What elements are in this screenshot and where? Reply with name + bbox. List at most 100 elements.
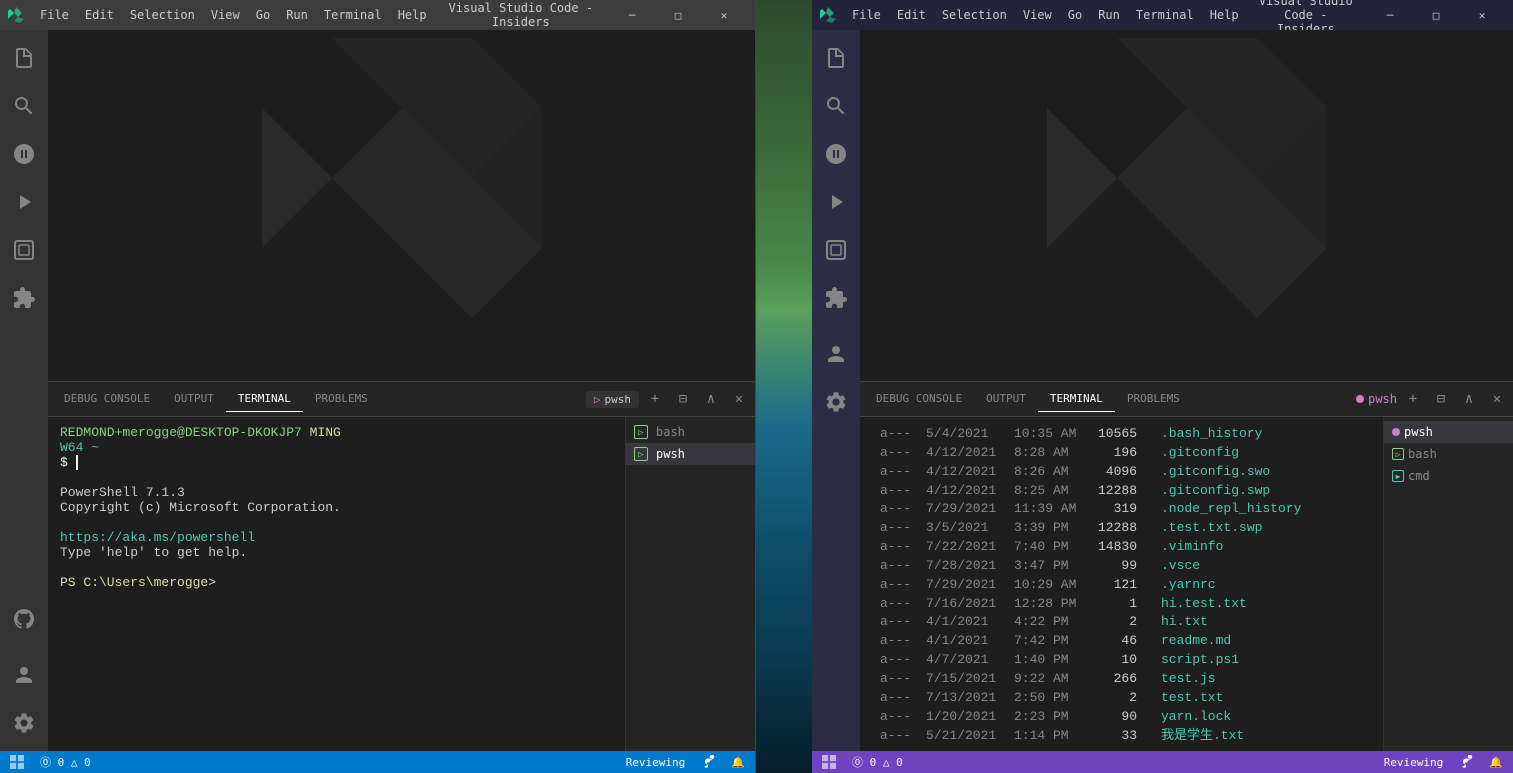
right-tab-output[interactable]: OUTPUT [974,386,1038,412]
left-tab-debug-console[interactable]: DEBUG CONSOLE [52,386,162,412]
menu-go[interactable]: Go [250,6,276,24]
right-shells-list: pwsh ▷ bash ▶ cmd [1383,417,1513,751]
file-time: 2:50 PM [1014,689,1079,708]
right-menu-selection[interactable]: Selection [936,6,1013,24]
right-close-button[interactable]: ✕ [1459,0,1505,30]
left-activity-run-icon[interactable] [0,178,48,226]
left-tab-problems[interactable]: PROBLEMS [303,386,380,412]
left-activity-search-icon[interactable] [0,82,48,130]
right-menu-terminal[interactable]: Terminal [1130,6,1200,24]
right-activity-search-icon[interactable] [812,82,860,130]
file-time: 8:25 AM [1014,482,1079,501]
right-activity-remote-icon[interactable] [812,226,860,274]
file-attr: a--- [880,689,918,708]
right-new-terminal-button[interactable]: + [1401,387,1425,411]
left-status-branch-icon[interactable] [697,755,719,769]
right-menu-go[interactable]: Go [1062,6,1088,24]
right-activity-run-icon[interactable] [812,178,860,226]
left-shells-list: ▷ bash ▷ pwsh [625,417,755,751]
left-terminal-content[interactable]: REDMOND+merogge@DESKTOP-DKOKJP7 MING W64… [48,417,625,751]
right-shell-pwsh[interactable]: pwsh [1384,421,1513,443]
left-shell-pwsh-icon: ▷ [634,447,648,461]
file-name: .test.txt.swp [1161,519,1262,538]
right-activity-files-icon[interactable] [812,34,860,82]
right-panel-maximize-button[interactable]: ∧ [1457,387,1481,411]
right-shell-cmd[interactable]: ▶ cmd [1384,465,1513,487]
left-activity-settings-icon[interactable] [0,699,48,747]
menu-edit[interactable]: Edit [79,6,120,24]
left-minimize-button[interactable]: ─ [609,0,655,30]
file-listing-row: a---7/13/20212:50 PM2 test.txt [880,689,1363,708]
file-time: 4:22 PM [1014,613,1079,632]
right-tab-problems[interactable]: PROBLEMS [1115,386,1192,412]
left-maximize-button[interactable]: □ [655,0,701,30]
file-size: 10565 [1087,425,1137,444]
right-menu-help[interactable]: Help [1204,6,1245,24]
right-pwsh-indicator: pwsh [1356,392,1397,406]
file-listing-row: a---4/7/20211:40 PM10 script.ps1 [880,651,1363,670]
left-terminal-info-line-2: Copyright (c) Microsoft Corporation. [60,500,613,515]
menu-view[interactable]: View [205,6,246,24]
file-name: test.txt [1161,689,1223,708]
left-terminal-w64-line: W64 ~ [60,440,613,455]
file-size: 319 [1087,500,1137,519]
left-close-button[interactable]: ✕ [701,0,747,30]
left-activity-git-icon[interactable] [0,130,48,178]
right-shell-bash[interactable]: ▷ bash [1384,443,1513,465]
left-shell-bash[interactable]: ▷ bash [626,421,755,443]
file-listing-row: a---3/5/20213:39 PM12288 .test.txt.swp [880,519,1363,538]
right-status-errors[interactable]: ⓪ 0 △ 0 [848,754,907,770]
left-window-title: Visual Studio Code - Insiders [443,1,599,29]
left-status-remote[interactable] [6,755,28,769]
menu-terminal[interactable]: Terminal [318,6,388,24]
menu-run[interactable]: Run [280,6,314,24]
right-status-remote[interactable] [818,755,840,769]
right-menu-run[interactable]: Run [1092,6,1126,24]
right-menu-file[interactable]: File [846,6,887,24]
left-activity-github-icon[interactable] [0,595,48,643]
left-status-errors[interactable]: ⓪ 0 △ 0 [36,754,95,770]
right-activity-account-icon[interactable] [812,330,860,378]
left-activity-account-icon[interactable] [0,651,48,699]
menu-file[interactable]: File [34,6,75,24]
right-tab-terminal[interactable]: TERMINAL [1038,386,1115,412]
right-activity-extensions-icon[interactable] [812,274,860,322]
left-status-error-text: ⓪ 0 △ 0 [40,754,91,770]
file-size: 2 [1087,689,1137,708]
menu-selection[interactable]: Selection [124,6,201,24]
right-status-reviewing[interactable]: Reviewing [1380,756,1448,769]
left-activity-extensions-icon[interactable] [0,274,48,322]
left-tab-terminal[interactable]: TERMINAL [226,386,303,412]
left-activity-remote-icon[interactable] [0,226,48,274]
right-activity-settings-icon[interactable] [812,378,860,426]
right-panel-close-button[interactable]: ✕ [1485,387,1509,411]
right-menu-view[interactable]: View [1017,6,1058,24]
right-activity-git-icon[interactable] [812,130,860,178]
file-name: readme.md [1161,632,1231,651]
left-new-terminal-button[interactable]: + [643,387,667,411]
left-activity-files-icon[interactable] [0,34,48,82]
menu-help[interactable]: Help [392,6,433,24]
right-menu-edit[interactable]: Edit [891,6,932,24]
left-tab-output[interactable]: OUTPUT [162,386,226,412]
left-split-terminal-button[interactable]: ⊟ [671,387,695,411]
left-shell-pwsh[interactable]: ▷ pwsh [626,443,755,465]
left-terminal-link[interactable]: https://aka.ms/powershell [60,530,255,545]
left-terminal-ps-label: PS C:\Users\merogge> [60,575,216,590]
file-name: hi.test.txt [1161,595,1247,614]
file-date: 5/21/2021 [926,727,1006,746]
right-maximize-button[interactable]: □ [1413,0,1459,30]
right-status-git-icon[interactable] [1455,755,1477,769]
left-status-bell-icon[interactable]: 🔔 [727,756,749,769]
right-split-terminal-button[interactable]: ⊟ [1429,387,1453,411]
right-status-bell-icon[interactable]: 🔔 [1485,756,1507,769]
right-panel-tabs: DEBUG CONSOLE OUTPUT TERMINAL PROBLEMS p… [860,382,1513,417]
right-tab-debug-console[interactable]: DEBUG CONSOLE [864,386,974,412]
file-listing-row: a---7/16/202112:28 PM1 hi.test.txt [880,595,1363,614]
left-status-reviewing[interactable]: Reviewing [622,756,690,769]
right-terminal-content[interactable]: a---5/4/202110:35 AM10565 .bash_historya… [860,417,1383,751]
right-minimize-button[interactable]: ─ [1367,0,1413,30]
left-panel-close-button[interactable]: ✕ [727,387,751,411]
left-panel-maximize-button[interactable]: ∧ [699,387,723,411]
left-terminal-panel: DEBUG CONSOLE OUTPUT TERMINAL PROBLEMS ▷… [48,381,755,751]
